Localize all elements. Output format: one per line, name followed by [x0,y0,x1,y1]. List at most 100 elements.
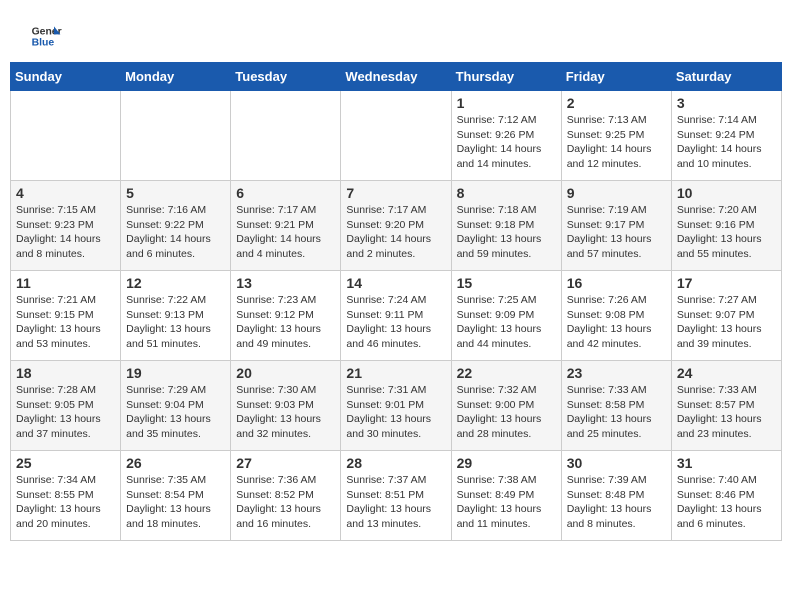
day-info: Sunrise: 7:17 AM Sunset: 9:20 PM Dayligh… [346,203,445,262]
day-number: 26 [126,455,225,471]
calendar-day-1: 1 Sunrise: 7:12 AM Sunset: 9:26 PM Daylig… [451,91,561,181]
day-info: Sunrise: 7:28 AM Sunset: 9:05 PM Dayligh… [16,383,115,442]
calendar-week-2: 11 Sunrise: 7:21 AM Sunset: 9:15 PM Dayli… [11,271,782,361]
day-info: Sunrise: 7:26 AM Sunset: 9:08 PM Dayligh… [567,293,666,352]
calendar-day-5: 5 Sunrise: 7:16 AM Sunset: 9:22 PM Daylig… [121,181,231,271]
calendar-day-13: 13 Sunrise: 7:23 AM Sunset: 9:12 PM Dayli… [231,271,341,361]
calendar-day-22: 22Sunrise: 7:32 AM Sunset: 9:00 PM Dayli… [451,361,561,451]
header-thursday: Thursday [451,63,561,91]
day-info: Sunrise: 7:24 AM Sunset: 9:11 PM Dayligh… [346,293,445,352]
day-info: Sunrise: 7:23 AM Sunset: 9:12 PM Dayligh… [236,293,335,352]
day-number: 8 [457,185,556,201]
day-number: 27 [236,455,335,471]
calendar-day-25: 25 Sunrise: 7:34 AM Sunset: 8:55 PM Dayli… [11,451,121,541]
day-number: 2 [567,95,666,111]
day-info: Sunrise: 7:19 AM Sunset: 9:17 PM Dayligh… [567,203,666,262]
day-number: 17 [677,275,776,291]
calendar-day-20: 20 Sunrise: 7:30 AM Sunset: 9:03 PM Dayli… [231,361,341,451]
day-number: 18 [16,365,115,381]
day-number: 21 [346,365,445,381]
calendar-empty [121,91,231,181]
day-number: 13 [236,275,335,291]
calendar-week-0: 1 Sunrise: 7:12 AM Sunset: 9:26 PM Daylig… [11,91,782,181]
day-info: Sunrise: 7:38 AM Sunset: 8:49 PM Dayligh… [457,473,556,532]
header-sunday: Sunday [11,63,121,91]
day-number: 11 [16,275,115,291]
day-info: Sunrise: 7:35 AM Sunset: 8:54 PM Dayligh… [126,473,225,532]
calendar-day-24: 24 Sunrise: 7:33 AM Sunset: 8:57 PM Dayli… [671,361,781,451]
day-info: Sunrise: 7:33 AM Sunset: 8:57 PM Dayligh… [677,383,776,442]
header-monday: Monday [121,63,231,91]
calendar-day-31: 31 Sunrise: 7:40 AM Sunset: 8:46 PM Dayli… [671,451,781,541]
calendar-day-8: 8Sunrise: 7:18 AM Sunset: 9:18 PM Daylig… [451,181,561,271]
day-info: Sunrise: 7:39 AM Sunset: 8:48 PM Dayligh… [567,473,666,532]
day-number: 24 [677,365,776,381]
day-info: Sunrise: 7:15 AM Sunset: 9:23 PM Dayligh… [16,203,115,262]
logo-icon: General Blue [30,20,62,52]
day-number: 1 [457,95,556,111]
calendar-day-15: 15Sunrise: 7:25 AM Sunset: 9:09 PM Dayli… [451,271,561,361]
day-info: Sunrise: 7:20 AM Sunset: 9:16 PM Dayligh… [677,203,776,262]
calendar-day-4: 4 Sunrise: 7:15 AM Sunset: 9:23 PM Daylig… [11,181,121,271]
day-info: Sunrise: 7:34 AM Sunset: 8:55 PM Dayligh… [16,473,115,532]
day-info: Sunrise: 7:25 AM Sunset: 9:09 PM Dayligh… [457,293,556,352]
day-number: 30 [567,455,666,471]
calendar-day-18: 18 Sunrise: 7:28 AM Sunset: 9:05 PM Dayli… [11,361,121,451]
logo: General Blue [30,20,62,52]
calendar-day-27: 27Sunrise: 7:36 AM Sunset: 8:52 PM Dayli… [231,451,341,541]
day-number: 5 [126,185,225,201]
calendar-day-3: 3Sunrise: 7:14 AM Sunset: 9:24 PM Daylig… [671,91,781,181]
day-info: Sunrise: 7:13 AM Sunset: 9:25 PM Dayligh… [567,113,666,172]
header-wednesday: Wednesday [341,63,451,91]
day-info: Sunrise: 7:30 AM Sunset: 9:03 PM Dayligh… [236,383,335,442]
calendar-day-14: 14 Sunrise: 7:24 AM Sunset: 9:11 PM Dayli… [341,271,451,361]
day-number: 20 [236,365,335,381]
calendar-day-28: 28Sunrise: 7:37 AM Sunset: 8:51 PM Dayli… [341,451,451,541]
calendar-empty [341,91,451,181]
day-number: 12 [126,275,225,291]
calendar-empty [231,91,341,181]
day-info: Sunrise: 7:17 AM Sunset: 9:21 PM Dayligh… [236,203,335,262]
day-info: Sunrise: 7:31 AM Sunset: 9:01 PM Dayligh… [346,383,445,442]
header-saturday: Saturday [671,63,781,91]
calendar: SundayMondayTuesdayWednesdayThursdayFrid… [10,62,782,541]
day-number: 4 [16,185,115,201]
day-number: 29 [457,455,556,471]
day-info: Sunrise: 7:21 AM Sunset: 9:15 PM Dayligh… [16,293,115,352]
day-info: Sunrise: 7:12 AM Sunset: 9:26 PM Dayligh… [457,113,556,172]
calendar-day-19: 19 Sunrise: 7:29 AM Sunset: 9:04 PM Dayli… [121,361,231,451]
day-info: Sunrise: 7:22 AM Sunset: 9:13 PM Dayligh… [126,293,225,352]
day-number: 25 [16,455,115,471]
calendar-empty [11,91,121,181]
day-number: 19 [126,365,225,381]
day-info: Sunrise: 7:40 AM Sunset: 8:46 PM Dayligh… [677,473,776,532]
calendar-day-23: 23Sunrise: 7:33 AM Sunset: 8:58 PM Dayli… [561,361,671,451]
calendar-day-29: 29 Sunrise: 7:38 AM Sunset: 8:49 PM Dayli… [451,451,561,541]
calendar-header-row: SundayMondayTuesdayWednesdayThursdayFrid… [11,63,782,91]
day-number: 16 [567,275,666,291]
calendar-week-3: 18 Sunrise: 7:28 AM Sunset: 9:05 PM Dayli… [11,361,782,451]
day-number: 10 [677,185,776,201]
calendar-day-7: 7Sunrise: 7:17 AM Sunset: 9:20 PM Daylig… [341,181,451,271]
day-info: Sunrise: 7:27 AM Sunset: 9:07 PM Dayligh… [677,293,776,352]
day-info: Sunrise: 7:37 AM Sunset: 8:51 PM Dayligh… [346,473,445,532]
day-number: 6 [236,185,335,201]
calendar-day-6: 6 Sunrise: 7:17 AM Sunset: 9:21 PM Daylig… [231,181,341,271]
day-info: Sunrise: 7:33 AM Sunset: 8:58 PM Dayligh… [567,383,666,442]
svg-text:Blue: Blue [32,38,55,49]
day-number: 31 [677,455,776,471]
calendar-day-9: 9Sunrise: 7:19 AM Sunset: 9:17 PM Daylig… [561,181,671,271]
calendar-wrapper: SundayMondayTuesdayWednesdayThursdayFrid… [0,62,792,551]
day-info: Sunrise: 7:16 AM Sunset: 9:22 PM Dayligh… [126,203,225,262]
calendar-week-1: 4 Sunrise: 7:15 AM Sunset: 9:23 PM Daylig… [11,181,782,271]
calendar-day-10: 10 Sunrise: 7:20 AM Sunset: 9:16 PM Dayli… [671,181,781,271]
day-info: Sunrise: 7:32 AM Sunset: 9:00 PM Dayligh… [457,383,556,442]
day-info: Sunrise: 7:14 AM Sunset: 9:24 PM Dayligh… [677,113,776,172]
calendar-day-26: 26 Sunrise: 7:35 AM Sunset: 8:54 PM Dayli… [121,451,231,541]
calendar-day-21: 21 Sunrise: 7:31 AM Sunset: 9:01 PM Dayli… [341,361,451,451]
day-info: Sunrise: 7:29 AM Sunset: 9:04 PM Dayligh… [126,383,225,442]
calendar-day-30: 30 Sunrise: 7:39 AM Sunset: 8:48 PM Dayli… [561,451,671,541]
header-tuesday: Tuesday [231,63,341,91]
calendar-day-12: 12 Sunrise: 7:22 AM Sunset: 9:13 PM Dayli… [121,271,231,361]
day-number: 14 [346,275,445,291]
